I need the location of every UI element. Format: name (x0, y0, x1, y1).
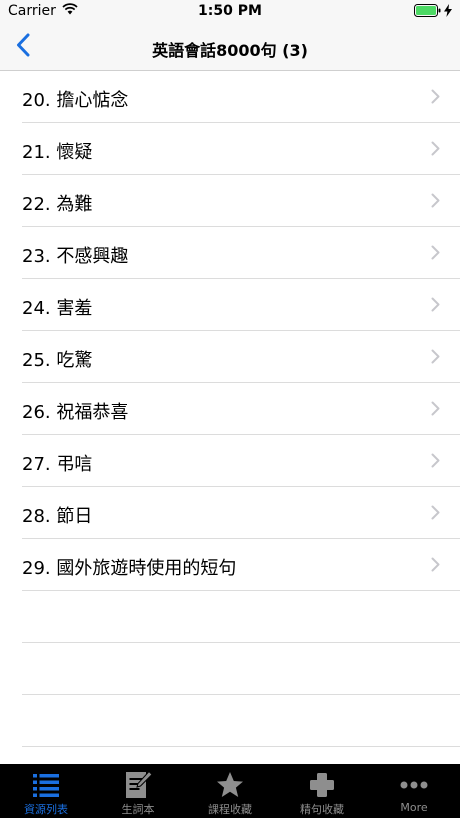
list-item[interactable]: 28. 節日 (22, 487, 460, 539)
tab-label: 課程收藏 (208, 803, 252, 816)
list-item[interactable]: 24. 害羞 (22, 279, 460, 331)
list-item-label: 26. 祝福恭喜 (22, 402, 129, 423)
list-item[interactable]: 21. 懷疑 (22, 123, 460, 175)
star-icon (215, 770, 245, 800)
chevron-right-icon (431, 297, 440, 316)
list-icon (31, 770, 61, 800)
tab-more[interactable]: More (368, 764, 460, 818)
tab-label: 精句收藏 (300, 803, 344, 816)
chevron-right-icon (431, 193, 440, 212)
list-item-label: 20. 擔心惦念 (22, 90, 129, 111)
list-item-label: 24. 害羞 (22, 298, 93, 319)
tab-resource-list[interactable]: 資源列表 (0, 764, 92, 818)
battery-icon (414, 4, 441, 21)
chevron-right-icon (431, 401, 440, 420)
navigation-bar: 英語會話8000句 (3) (0, 24, 460, 71)
list-item[interactable]: 22. 為難 (22, 175, 460, 227)
chevron-left-icon (16, 33, 30, 61)
chevron-right-icon (431, 557, 440, 576)
chevron-right-icon (431, 89, 440, 108)
charging-bolt-icon (444, 4, 452, 21)
status-time: 1:50 PM (198, 3, 262, 19)
page-title: 英語會話8000句 (3) (152, 41, 308, 60)
back-button[interactable] (6, 30, 40, 64)
list-item-label: 23. 不感興趣 (22, 246, 129, 267)
list-item-label: 22. 為難 (22, 194, 93, 215)
empty-row-separator (22, 643, 460, 695)
tab-bar: 資源列表 生詞本 課程收藏 精句收藏 More (0, 764, 460, 818)
tab-label: 生詞本 (121, 803, 155, 816)
list-item[interactable]: 20. 擔心惦念 (22, 71, 460, 123)
chevron-right-icon (431, 141, 440, 160)
list-item-label: 28. 節日 (22, 506, 93, 527)
chevron-right-icon (431, 245, 440, 264)
list-item-label: 27. 弔唁 (22, 454, 93, 475)
tab-label: More (400, 801, 428, 814)
chevron-right-icon (431, 453, 440, 472)
list-item[interactable]: 26. 祝福恭喜 (22, 383, 460, 435)
status-right (414, 4, 452, 21)
chevron-right-icon (431, 349, 440, 368)
list-item-label: 29. 國外旅遊時使用的短句 (22, 558, 237, 579)
empty-row-separator (22, 591, 460, 643)
more-icon (399, 770, 429, 800)
list-item-label: 25. 吃驚 (22, 350, 93, 371)
tab-course-favorites[interactable]: 課程收藏 (184, 764, 276, 818)
list-item[interactable]: 27. 弔唁 (22, 435, 460, 487)
lesson-list: 20. 擔心惦念 21. 懷疑 22. 為難 23. 不感興趣 24. 害羞 2… (0, 71, 460, 747)
notebook-icon (123, 770, 153, 800)
tab-sentence-favorites[interactable]: 精句收藏 (276, 764, 368, 818)
plus-icon (307, 770, 337, 800)
list-item[interactable]: 23. 不感興趣 (22, 227, 460, 279)
list-item[interactable]: 29. 國外旅遊時使用的短句 (22, 539, 460, 591)
empty-row-separator (22, 695, 460, 747)
chevron-right-icon (431, 505, 440, 524)
tab-label: 資源列表 (24, 803, 68, 816)
status-bar: Carrier 1:50 PM (0, 0, 460, 24)
tab-vocabulary-book[interactable]: 生詞本 (92, 764, 184, 818)
list-item-label: 21. 懷疑 (22, 142, 93, 163)
list-item[interactable]: 25. 吃驚 (22, 331, 460, 383)
